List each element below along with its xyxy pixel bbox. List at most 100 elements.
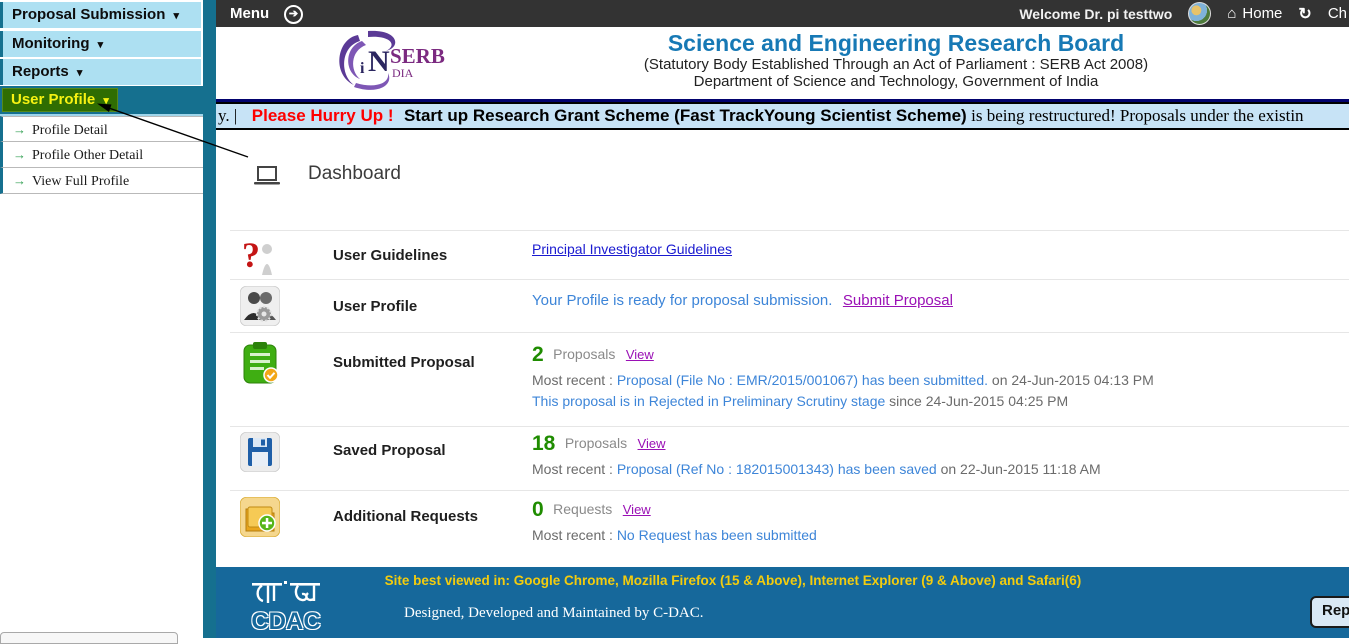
submenu-item-label: Profile Other Detail	[32, 148, 143, 163]
report-problem-button[interactable]: Rep	[1310, 596, 1349, 628]
additional-recent-link[interactable]: No Request has been submitted	[617, 527, 817, 543]
submitted-count-line: 2 Proposals View	[532, 343, 1345, 367]
sidebar: Proposal Submission ▾ Monitoring ▾ Repor…	[0, 0, 216, 638]
header-title-block: Science and Engineering Research Board (…	[616, 30, 1176, 90]
sidebar-item-proposal-submission[interactable]: Proposal Submission ▾	[0, 2, 201, 28]
most-recent-label: Most recent :	[532, 527, 613, 543]
refresh-icon[interactable]: ↻	[1298, 4, 1311, 24]
submitted-unit: Proposals	[553, 346, 615, 362]
row-content-additional-requests: 0 Requests View Most recent : No Request…	[532, 498, 1345, 543]
additional-recent-line: Most recent : No Request has been submit…	[532, 527, 1345, 543]
main-area: Menu ➔ Welcome Dr. pi testtwo ⌂ Home ↻ C…	[216, 0, 1349, 638]
most-recent-label: Most recent :	[532, 372, 613, 388]
most-recent-label: Most recent :	[532, 461, 613, 477]
row-content-submitted-proposal: 2 Proposals View Most recent : Proposal …	[532, 343, 1345, 409]
row-divider	[230, 332, 1349, 333]
best-viewed-text: Site best viewed in: Google Chrome, Mozi…	[216, 573, 1250, 588]
row-divider	[230, 230, 1349, 231]
welcome-text: Welcome Dr. pi testtwo	[1019, 6, 1172, 22]
submit-proposal-link[interactable]: Submit Proposal	[843, 292, 953, 309]
submitted-proposal-icon	[240, 341, 282, 385]
home-button[interactable]: ⌂ Home	[1227, 5, 1282, 22]
logo-dia-text: DIA	[392, 66, 414, 80]
row-divider	[230, 426, 1349, 427]
pi-guidelines-link[interactable]: Principal Investigator Guidelines	[532, 241, 732, 257]
row-divider	[230, 490, 1349, 491]
submitted-recent-line: Most recent : Proposal (File No : EMR/20…	[532, 372, 1345, 388]
footer: Site best viewed in: Google Chrome, Mozi…	[216, 567, 1349, 638]
row-divider	[230, 279, 1349, 280]
saved-view-link[interactable]: View	[638, 436, 666, 451]
submenu-item-label: Profile Detail	[32, 123, 108, 138]
arrow-right-icon: →	[13, 173, 26, 188]
cdac-latin-text: CDAC	[238, 612, 334, 632]
submitted-stage-line: This proposal is in Rejected in Prelimin…	[532, 393, 1345, 409]
sidebar-item-user-profile[interactable]: User Profile ▾	[2, 88, 118, 112]
footer-credit: Designed, Developed and Maintained by C-…	[404, 605, 704, 622]
site-subtitle-1: (Statutory Body Established Through an A…	[616, 56, 1176, 73]
serb-portal-page: { "sidebar": { "items": [ {"label": "Pro…	[0, 0, 1349, 638]
home-label: Home	[1242, 5, 1282, 22]
submitted-stage-time: since 24-Jun-2015 04:25 PM	[889, 393, 1068, 409]
top-menubar: Menu ➔ Welcome Dr. pi testtwo ⌂ Home ↻ C…	[216, 0, 1349, 27]
menubar-right-cluster: Welcome Dr. pi testtwo ⌂ Home ↻ Ch	[1019, 0, 1349, 27]
submitted-recent-time: on 24-Jun-2015 04:13 PM	[992, 372, 1154, 388]
ticker-prefix: y. |	[218, 106, 237, 125]
ticker-scheme: Start up Research Grant Scheme (Fast Tra…	[404, 106, 967, 125]
additional-count: 0	[532, 498, 544, 521]
row-label-user-profile: User Profile	[333, 298, 417, 315]
chevron-down-icon: ▾	[174, 10, 180, 22]
chevron-down-icon: ▾	[103, 95, 109, 107]
chevron-down-icon: ▾	[77, 67, 83, 79]
sidebar-item-label: Monitoring	[12, 35, 89, 52]
saved-recent-time: on 22-Jun-2015 11:18 AM	[941, 461, 1101, 477]
home-icon: ⌂	[1227, 5, 1236, 22]
submenu-item-label: View Full Profile	[32, 174, 129, 189]
additional-view-link[interactable]: View	[623, 502, 651, 517]
sidebar-item-label: Reports	[12, 63, 69, 80]
submenu-item-profile-other-detail[interactable]: →Profile Other Detail	[0, 142, 203, 168]
saved-count-line: 18 Proposals View	[532, 432, 1345, 456]
saved-recent-line: Most recent : Proposal (Ref No : 1820150…	[532, 461, 1345, 477]
submitted-view-link[interactable]: View	[626, 347, 654, 362]
row-content-saved-proposal: 18 Proposals View Most recent : Proposal…	[532, 432, 1345, 477]
user-avatar[interactable]	[1188, 2, 1211, 25]
logo-letter-n: N	[368, 45, 390, 78]
saved-count: 18	[532, 432, 555, 455]
row-content-user-guidelines: Principal Investigator Guidelines	[532, 241, 1345, 259]
partial-popup-edge	[0, 632, 178, 644]
chevron-down-icon: ▾	[98, 39, 104, 51]
site-header: i N SERB DIA Science and Engineering Res…	[216, 27, 1349, 102]
row-label-additional-requests: Additional Requests	[333, 508, 478, 525]
arrow-right-icon: →	[13, 122, 26, 137]
saved-unit: Proposals	[565, 435, 627, 451]
saved-recent-link[interactable]: Proposal (Ref No : 182015001343) has bee…	[617, 461, 937, 477]
sidebar-item-monitoring[interactable]: Monitoring ▾	[0, 31, 201, 57]
submenu-item-profile-detail[interactable]: → Profile Detail	[0, 116, 203, 142]
question-icon: ?	[240, 235, 280, 277]
row-label-saved-proposal: Saved Proposal	[333, 442, 446, 459]
serb-india-logo: i N SERB DIA	[328, 29, 458, 95]
page-title: Dashboard	[308, 163, 401, 185]
submitted-stage-link[interactable]: This proposal is in Rejected in Prelimin…	[532, 393, 885, 409]
svg-text:?: ?	[242, 235, 260, 275]
sidebar-item-label: Proposal Submission	[12, 6, 165, 23]
ticker-alert: Please Hurry Up !	[252, 106, 394, 125]
user-profile-submenu: → Profile Detail →Profile Other Detail → V…	[0, 114, 203, 194]
sidebar-item-reports[interactable]: Reports ▾	[0, 59, 201, 85]
menu-expand-arrow-icon[interactable]: ➔	[284, 5, 303, 24]
ticker-rest: is being restructured! Proposals under t…	[971, 106, 1303, 125]
site-subtitle-2: Department of Science and Technology, Go…	[616, 73, 1176, 90]
menu-button[interactable]: Menu	[230, 0, 269, 27]
change-password-link-truncated[interactable]: Ch	[1328, 5, 1347, 22]
laptop-icon	[252, 165, 282, 189]
cdac-devanagari-logo	[250, 581, 322, 607]
submitted-count: 2	[532, 343, 544, 366]
users-icon	[240, 286, 280, 326]
additional-requests-icon	[240, 497, 280, 537]
site-title: Science and Engineering Research Board	[616, 30, 1176, 56]
submenu-item-view-full-profile[interactable]: → View Full Profile	[0, 168, 203, 194]
submitted-recent-link[interactable]: Proposal (File No : EMR/2015/001067) has…	[617, 372, 988, 388]
news-ticker: y. | Please Hurry Up ! Start up Research…	[216, 102, 1349, 130]
sidebar-item-label: User Profile	[11, 91, 95, 108]
